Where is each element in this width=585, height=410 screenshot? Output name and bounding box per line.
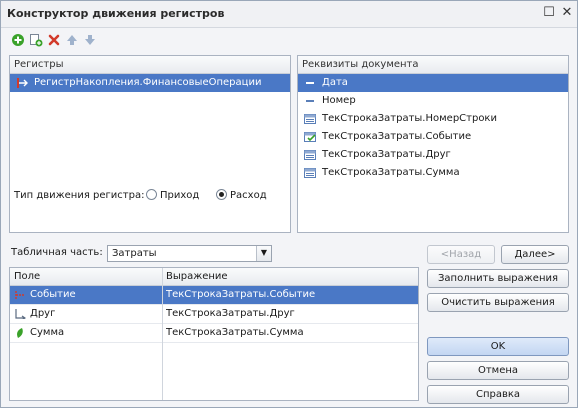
help-button[interactable]: Справка — [427, 385, 569, 404]
table-row[interactable]: Событие ТекСтрокаЗатраты.Событие — [10, 286, 418, 305]
attributes-header: Реквизиты документа — [298, 56, 568, 74]
registers-panel: Регистры РегистрНакопления.ФинансовыеОпе… — [9, 55, 291, 233]
tabular-part-label: Табличная часть: — [11, 247, 103, 258]
chevron-down-icon[interactable]: ▼ — [256, 246, 271, 261]
resource-icon — [17, 328, 23, 338]
field-dash-icon — [306, 82, 314, 84]
attribute-label: ТекСтрокаЗатраты.Событие — [322, 131, 472, 142]
move-down-icon[interactable] — [83, 33, 97, 47]
table-row[interactable]: Друг ТекСтрокаЗатраты.Друг — [10, 305, 418, 324]
mapping-grid: Поле Выражение Событие ТекСтрокаЗатраты.… — [9, 267, 419, 401]
add-icon[interactable] — [11, 33, 25, 47]
column-expression-header[interactable]: Выражение — [166, 268, 228, 285]
expense-radio[interactable] — [216, 189, 227, 200]
tabular-part-select[interactable]: Затраты ▼ — [107, 245, 272, 262]
copy-icon[interactable] — [29, 33, 43, 47]
cancel-button[interactable]: Отмена — [427, 361, 569, 380]
field-dash-icon — [306, 100, 314, 102]
attribute-item[interactable]: Номер — [298, 92, 568, 110]
document-attributes-panel: Реквизиты документа Дата Номер ТекСтрока… — [297, 55, 569, 233]
row-expression[interactable]: ТекСтрокаЗатраты.Событие — [166, 286, 315, 304]
table-row[interactable]: Сумма ТекСтрокаЗатраты.Сумма — [10, 324, 418, 343]
fill-expressions-button[interactable]: Заполнить выражения — [427, 269, 569, 288]
row-field: Сумма — [30, 327, 65, 338]
income-label[interactable]: Приход — [160, 190, 199, 201]
register-movements-dialog: Конструктор движения регистров ☐ ✕ Регис… — [0, 0, 578, 408]
column-divider[interactable] — [162, 268, 163, 400]
back-button[interactable]: <Назад — [427, 245, 495, 264]
row-expression[interactable]: ТекСтрокаЗатраты.Друг — [166, 305, 295, 323]
delete-icon[interactable] — [47, 33, 61, 47]
movement-type-group: Тип движения регистра: Приход Расход — [14, 189, 267, 201]
close-icon[interactable]: ✕ — [559, 5, 575, 21]
tabular-part-value: Затраты — [112, 248, 157, 259]
attribute-label: Дата — [322, 77, 348, 88]
registers-header: Регистры — [10, 56, 290, 74]
link-icon — [15, 309, 26, 319]
attribute-label: ТекСтрокаЗатраты.НомерСтроки — [322, 113, 497, 124]
next-button[interactable]: Далее> — [501, 245, 569, 264]
income-radio[interactable] — [146, 189, 157, 200]
attribute-item[interactable]: ТекСтрокаЗатраты.Друг — [298, 146, 568, 164]
maximize-icon[interactable]: ☐ — [541, 5, 557, 21]
title-bar: Конструктор движения регистров ☐ ✕ — [1, 1, 577, 28]
table-field-icon — [304, 114, 316, 124]
movement-type-label: Тип движения регистра: — [14, 190, 145, 201]
attribute-label: Номер — [322, 95, 356, 106]
attribute-item[interactable]: ТекСтрокаЗатраты.Событие — [298, 128, 568, 146]
dimension-icon — [15, 291, 24, 299]
attribute-item[interactable]: ТекСтрокаЗатраты.НомерСтроки — [298, 110, 568, 128]
attribute-label: ТекСтрокаЗатраты.Друг — [322, 149, 451, 160]
attribute-item[interactable]: Дата — [298, 74, 568, 92]
expense-label[interactable]: Расход — [230, 190, 267, 201]
accumulation-register-icon — [17, 78, 28, 88]
table-field-icon — [304, 168, 316, 178]
attribute-item[interactable]: ТекСтрокаЗатраты.Сумма — [298, 164, 568, 182]
row-field: Друг — [30, 308, 56, 319]
ok-button[interactable]: OK — [427, 337, 569, 356]
clear-expressions-button[interactable]: Очистить выражения — [427, 293, 569, 312]
attribute-label: ТекСтрокаЗатраты.Сумма — [322, 167, 460, 178]
window-title: Конструктор движения регистров — [7, 7, 225, 20]
register-item[interactable]: РегистрНакопления.ФинансовыеОперации — [10, 74, 290, 92]
table-field-check-icon — [304, 132, 316, 142]
column-field-header[interactable]: Поле — [14, 268, 40, 285]
row-field: Событие — [30, 289, 76, 300]
table-field-icon — [304, 150, 316, 160]
row-expression[interactable]: ТекСтрокаЗатраты.Сумма — [166, 324, 304, 342]
move-up-icon[interactable] — [65, 33, 79, 47]
register-item-label: РегистрНакопления.ФинансовыеОперации — [34, 77, 262, 88]
grid-header: Поле Выражение — [10, 268, 418, 286]
